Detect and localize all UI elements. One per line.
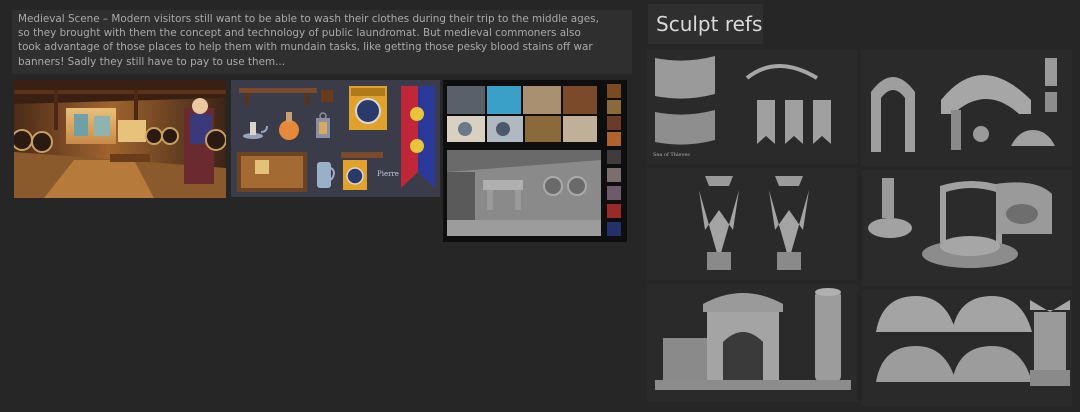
note-line-1: Medieval Scene – Modern visitors still w… xyxy=(18,13,599,25)
note-line-4: banners! Sadly they still have to pay to… xyxy=(18,55,285,68)
note-line-2: so they brought with them the concept an… xyxy=(18,27,581,40)
laundry-machine-icon xyxy=(349,86,387,130)
color-palette xyxy=(607,84,621,236)
sculpt-signature: Sea of Thieves xyxy=(653,152,690,158)
sculpt-ref-gate[interactable] xyxy=(647,284,857,402)
sheet-signature: Pierre xyxy=(377,170,399,178)
sculpt-ref-well[interactable] xyxy=(862,170,1072,286)
sculpt-ref-lamps[interactable] xyxy=(647,168,857,280)
prop-sheet-thumbnail[interactable]: Pierre xyxy=(231,80,440,197)
reference-board-thumbnail[interactable] xyxy=(443,80,627,242)
sculpt-refs-title: Sculpt refs xyxy=(648,4,763,44)
sculpt-ref-ornaments[interactable] xyxy=(862,290,1072,406)
left-board: Medieval Scene – Modern visitors still w… xyxy=(0,0,640,412)
sculpt-ref-banners[interactable]: Sea of Thieves xyxy=(647,50,857,164)
concept-painting-thumbnail[interactable] xyxy=(14,80,226,198)
description-note: Medieval Scene – Modern visitors still w… xyxy=(12,10,632,74)
sculpt-ref-arches[interactable] xyxy=(861,50,1072,166)
note-line-3: took advantage of those places to help t… xyxy=(18,41,593,54)
